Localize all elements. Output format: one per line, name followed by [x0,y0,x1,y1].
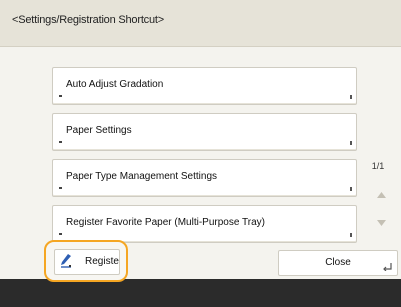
page-title: <Settings/Registration Shortcut> [12,14,164,26]
item-marker [59,141,62,143]
menu-item-label: Paper Settings [66,125,132,136]
page-indicator: 1/1 [371,161,385,171]
scroll-down-button[interactable] [368,211,394,235]
menu-item-label: Register Favorite Paper (Multi-Purpose T… [66,217,265,228]
item-marker [59,187,62,189]
item-corner-mark [350,95,352,99]
triangle-up-icon [376,192,386,198]
menu-item-paper-settings[interactable]: Paper Settings [52,113,357,151]
bottom-status-bar [0,279,401,307]
scroll-up-button[interactable] [368,183,394,207]
menu-item-register-favorite-paper[interactable]: Register Favorite Paper (Multi-Purpose T… [52,205,357,243]
item-corner-mark [350,187,352,191]
item-marker [59,95,62,97]
item-corner-mark [350,141,352,145]
menu-item-label: Paper Type Management Settings [66,171,218,182]
settings-shortcut-screen: <Settings/Registration Shortcut> Auto Ad… [0,0,401,307]
item-marker [59,233,62,235]
item-corner-mark [350,233,352,237]
close-button[interactable]: Close [278,250,398,276]
return-corner-icon [383,263,392,271]
close-label: Close [325,257,351,268]
register-button-highlight[interactable]: Registe [44,240,128,282]
header-bar: <Settings/Registration Shortcut> [0,0,401,47]
shortcut-list: Auto Adjust Gradation Paper Settings Pap… [52,67,357,251]
register-button[interactable]: Registe [54,249,120,275]
register-label: Registe [85,256,119,267]
menu-item-label: Auto Adjust Gradation [66,79,164,90]
menu-item-auto-adjust-gradation[interactable]: Auto Adjust Gradation [52,67,357,105]
triangle-down-icon [376,220,386,226]
pen-icon [61,254,71,268]
menu-item-paper-type-management[interactable]: Paper Type Management Settings [52,159,357,197]
